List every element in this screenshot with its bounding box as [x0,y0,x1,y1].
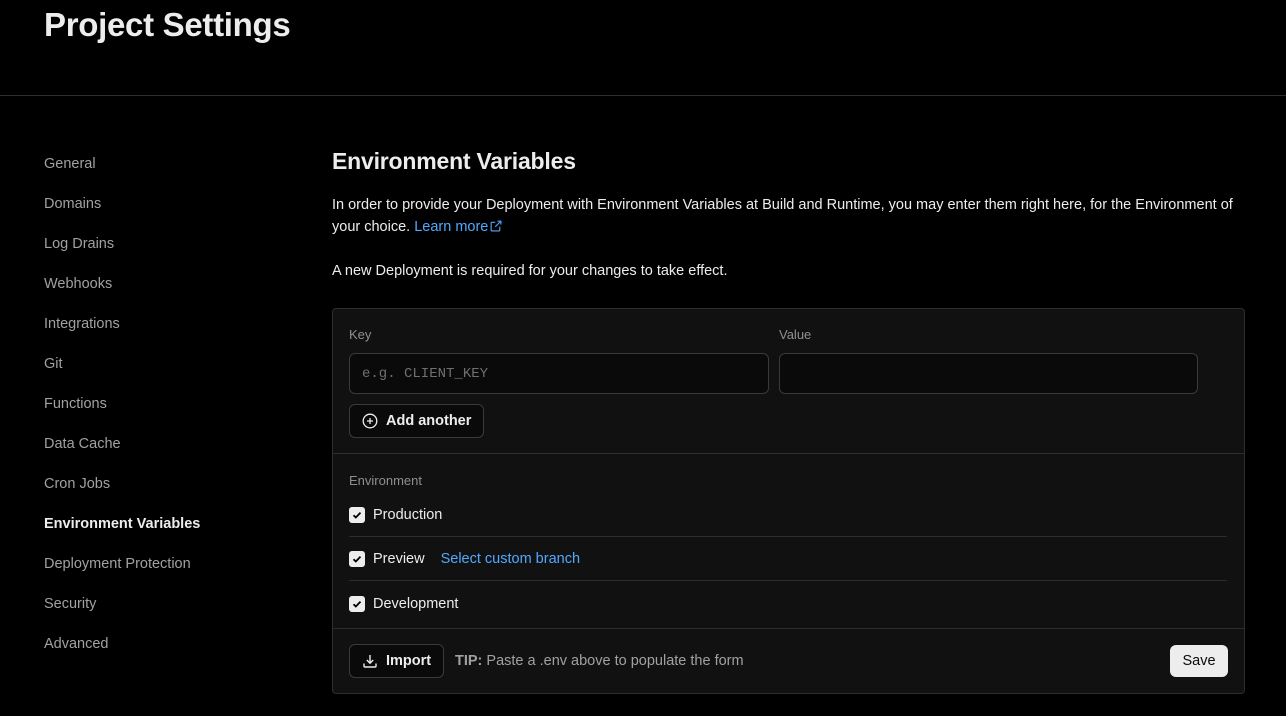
environment-section: Environment Production Preview Select cu… [333,455,1244,629]
sidebar-item-advanced[interactable]: Advanced [44,630,284,670]
sidebar-item-functions[interactable]: Functions [44,390,284,430]
preview-checkbox[interactable] [349,551,365,567]
page-title: Project Settings [44,6,291,43]
section-title: Environment Variables [332,148,576,174]
sidebar-item-domains[interactable]: Domains [44,190,284,230]
env-var-form-card: Key Value Add another Environment Produc… [332,308,1245,694]
production-checkbox[interactable] [349,507,365,523]
add-another-label: Add another [386,413,472,429]
deployment-notice: A new Deployment is required for your ch… [332,263,728,279]
development-checkbox[interactable] [349,595,365,612]
sidebar-item-general[interactable]: General [44,150,284,190]
tip-body: Paste a .env above to populate the form [486,653,744,669]
development-label: Development [373,595,459,612]
sidebar-item-data-cache[interactable]: Data Cache [44,430,284,470]
sidebar-item-deployment-protection[interactable]: Deployment Protection [44,550,284,590]
check-icon [352,511,362,519]
check-icon [352,555,362,563]
sidebar-item-security[interactable]: Security [44,590,284,630]
environment-label: Environment [349,473,422,488]
production-label: Production [373,507,443,523]
sidebar-item-environment-variables[interactable]: Environment Variables [44,510,284,550]
import-label: Import [386,653,432,669]
settings-sidebar: General Domains Log Drains Webhooks Inte… [44,150,284,670]
section-description: In order to provide your Deployment with… [332,194,1246,238]
sidebar-item-log-drains[interactable]: Log Drains [44,230,284,270]
save-button[interactable]: Save [1170,645,1228,677]
env-row-production: Production [349,494,1227,537]
key-input[interactable] [349,353,769,394]
external-link-icon [490,220,502,232]
key-value-section: Key Value Add another [333,309,1244,454]
learn-more-link[interactable]: Learn more [414,219,502,235]
value-label: Value [779,327,812,342]
key-label: Key [349,327,372,342]
value-input[interactable] [779,353,1198,394]
sidebar-item-cron-jobs[interactable]: Cron Jobs [44,470,284,510]
import-button[interactable]: Import [349,644,445,678]
check-icon [352,600,362,608]
download-icon [363,655,377,668]
tip-prefix: TIP: [455,653,483,669]
learn-more-label: Learn more [414,219,489,235]
plus-circle-icon [362,413,378,429]
env-row-preview: Preview Select custom branch [349,538,1227,581]
env-row-development: Development [349,582,1227,625]
tip-text: TIP: Paste a .env above to populate the … [455,653,744,669]
preview-label: Preview [373,551,425,567]
sidebar-item-integrations[interactable]: Integrations [44,310,284,350]
select-custom-branch-link[interactable]: Select custom branch [441,551,580,567]
sidebar-item-webhooks[interactable]: Webhooks [44,270,284,310]
top-header: Project Settings [0,0,1286,96]
main-content: Environment Variables In order to provid… [332,144,1246,694]
add-another-button[interactable]: Add another [349,404,485,438]
sidebar-item-git[interactable]: Git [44,350,284,390]
